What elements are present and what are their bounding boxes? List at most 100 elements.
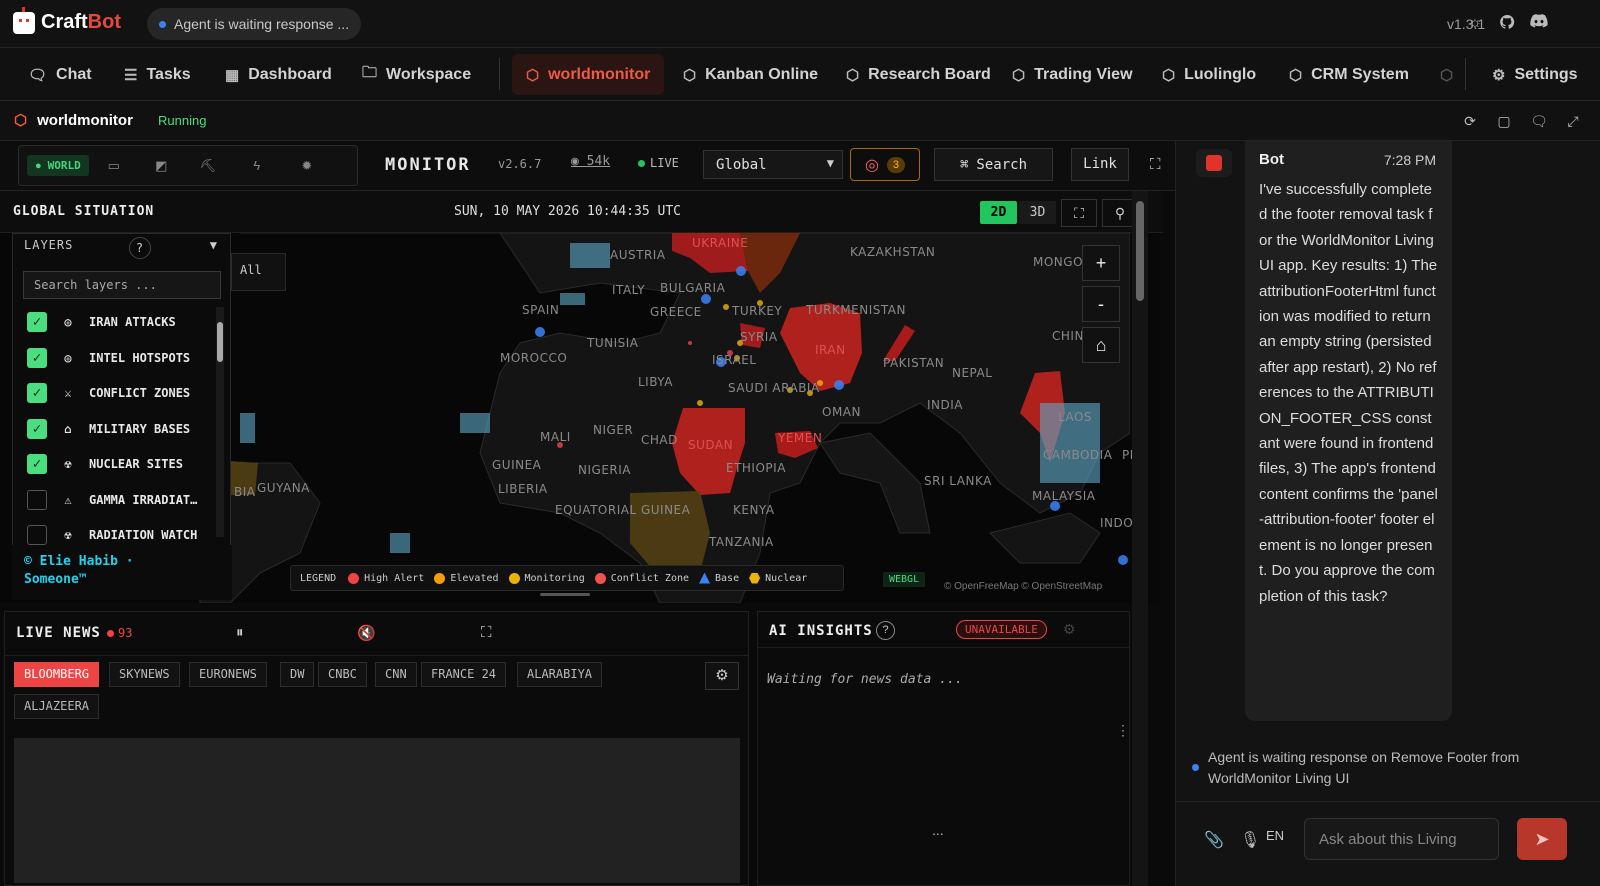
nav-research-board[interactable]: ⬡ Research Board [832, 54, 1005, 95]
map-label-pakistan: PAKISTAN [883, 356, 945, 370]
channel-tab[interactable]: CNBC [318, 662, 367, 687]
region-select[interactable]: Global [703, 150, 843, 179]
layer-checkbox[interactable]: ✓ [27, 347, 47, 368]
channel-tab[interactable]: FRANCE 24 [421, 662, 507, 687]
live-news-title: LIVE NEWS [16, 625, 101, 641]
map-fullscreen-icon[interactable]: ⛶ [1061, 199, 1097, 227]
paperclip-icon[interactable]: 📎 [1204, 830, 1224, 850]
layer-row[interactable]: ✓ ◎ IRAN ATTACKS [27, 307, 176, 337]
layer-row[interactable]: ⚠ GAMMA IRRADIAT… [27, 485, 197, 515]
variant-energy-bolt-icon[interactable]: ϟ [232, 158, 282, 173]
layer-row[interactable]: ✓ ◎ INTEL HOTSPOTS [27, 343, 190, 373]
discord-icon[interactable] [1530, 14, 1548, 32]
pause-icon[interactable]: ⏸ [236, 624, 244, 641]
zoom-out-button[interactable]: - [1082, 286, 1120, 322]
nav-workspace[interactable]: 🗀 Workspace [348, 54, 485, 95]
video-player[interactable] [14, 738, 740, 883]
channel-tab[interactable]: DW [280, 662, 315, 687]
link-button[interactable]: Link [1071, 148, 1129, 181]
variant-world[interactable]: ● WORLD [27, 155, 89, 176]
home-icon[interactable]: ⌂ [1082, 327, 1120, 363]
variant-pickaxe-icon[interactable]: ⛏ [184, 158, 232, 174]
github-stars-link[interactable]: ◉ 54k [571, 154, 610, 169]
github-icon[interactable] [1498, 14, 1516, 32]
channel-tab[interactable]: ALJAZEERA [14, 694, 100, 719]
theme-toggle-sun-icon[interactable]: ☼ [1466, 14, 1484, 32]
layer-checkbox[interactable]: ✓ [27, 383, 47, 403]
fullscreen-icon[interactable]: ⛶ [1150, 148, 1174, 181]
nav-settings[interactable]: ⚙ Settings [1478, 54, 1592, 95]
layer-checkbox[interactable]: ✓ [27, 454, 47, 474]
resize-handle[interactable] [540, 593, 590, 596]
window-icon[interactable]: ▢ [1494, 111, 1514, 131]
nav-crm-system[interactable]: ⬡ CRM System [1275, 54, 1423, 95]
nav-trading-view[interactable]: ⬡ Trading View [998, 54, 1147, 95]
layer-checkbox[interactable] [27, 489, 47, 510]
expand-icon[interactable]: ⤢ [1563, 111, 1583, 131]
world-map[interactable]: UKRAINE AUSTRIA BULGARIA ITALY SPAIN GRE… [0, 233, 1160, 603]
fullscreen-icon[interactable]: ⛶ [481, 624, 492, 641]
ai-help-icon[interactable]: ? [876, 621, 895, 640]
variant-sun-icon[interactable]: ✹ [282, 158, 332, 174]
layers-scrollbar[interactable] [216, 307, 224, 537]
layer-label: MILITARY BASES [89, 421, 191, 436]
layer-checkbox[interactable]: ✓ [27, 418, 47, 439]
layers-help-icon[interactable]: ? [129, 237, 151, 259]
all-layers-button[interactable]: All [231, 253, 286, 291]
mode-3d-button[interactable]: 3D [1019, 201, 1056, 224]
layer-checkbox[interactable] [27, 525, 47, 545]
layer-checkbox[interactable]: ✓ [27, 312, 47, 332]
microphone-icon[interactable]: 🎙 [1240, 830, 1260, 850]
nav-worldmonitor[interactable]: ⬡ worldmonitor [512, 54, 665, 95]
language-toggle[interactable]: EN [1266, 828, 1284, 843]
alerts-button[interactable]: ◎ 3 [850, 148, 920, 181]
nav-chat[interactable]: 🗨 Chat [14, 54, 106, 95]
craftbot-logo[interactable]: CraftBot [13, 6, 121, 34]
more-dots[interactable]: ... [932, 822, 944, 838]
nav-overflow[interactable]: ⬡ [1426, 54, 1467, 95]
map-attribution[interactable]: © Elie Habib · Someone™ [12, 545, 232, 600]
agent-status-pill[interactable]: Agent is waiting response ... [147, 8, 362, 40]
nav-tasks[interactable]: ☰ Tasks [110, 54, 205, 95]
kebab-menu-icon[interactable]: ⋮ [1116, 722, 1130, 739]
ai-insights-title: AI INSIGHTS [769, 623, 873, 639]
channel-tab[interactable]: CNN [375, 662, 417, 687]
layer-row[interactable]: ✓ ⚔ CONFLICT ZONES [27, 378, 190, 408]
zoom-in-button[interactable]: + [1082, 245, 1120, 281]
nav-luolinglo[interactable]: ⬡ Luolinglo [1148, 54, 1270, 95]
osm-credit[interactable]: © OpenFreeMap © OpenStreetMap [944, 581, 1102, 592]
chat-input[interactable]: Ask about this Living [1304, 818, 1499, 860]
channel-tab[interactable]: ALARABIYA [517, 662, 603, 687]
attribution-line-2: Someone™ [24, 572, 87, 587]
channel-tab[interactable]: SKYNEWS [109, 662, 180, 687]
send-button[interactable]: ➤ [1517, 818, 1567, 860]
worldmonitor-app: ● WORLD ▭ ◩ ⛏ ϟ ✹ MONITOR v2.6.7 ◉ 54k LI… [0, 141, 1175, 886]
layer-search-input[interactable]: Search layers ... [23, 271, 221, 299]
map-label-italy: ITALY [612, 283, 646, 297]
variant-finance-chart-icon[interactable]: ◩ [139, 158, 184, 174]
app-scrollbar[interactable] [1132, 191, 1148, 886]
layer-row[interactable]: ✓ ☢ NUCLEAR SITES [27, 449, 183, 479]
channel-tab[interactable]: BLOOMBERG [14, 662, 100, 687]
refresh-icon[interactable]: ⟳ [1460, 111, 1480, 131]
layer-label: CONFLICT ZONES [89, 386, 191, 400]
mode-2d-button[interactable]: 2D [980, 201, 1017, 224]
radiation-icon: ☢ [64, 457, 72, 471]
collapse-caret-icon[interactable]: ▼ [210, 238, 218, 252]
channel-tab[interactable]: EURONEWS [189, 662, 267, 687]
warning-icon: ⚠ [64, 492, 72, 507]
gear-icon: ⚙ [1492, 66, 1506, 84]
nav-kanban-online[interactable]: ⬡ Kanban Online [669, 54, 832, 95]
mute-icon[interactable]: 🔇 [357, 624, 376, 642]
variant-tech-laptop-icon[interactable]: ▭ [89, 158, 139, 174]
nav-dashboard[interactable]: ▦ Dashboard [211, 54, 346, 95]
search-button[interactable]: ⌘ Search [934, 148, 1053, 181]
legend-swatch-icon [434, 572, 446, 584]
layer-row[interactable]: ✓ ⌂ MILITARY BASES [27, 414, 190, 444]
channel-settings-gear-icon[interactable]: ⚙ [705, 662, 739, 690]
settings-gear-icon[interactable]: ⚙ [1063, 621, 1076, 638]
legend-swatch-icon [749, 572, 761, 584]
chat-scrollbar[interactable] [1594, 141, 1600, 751]
legend-item: Base [699, 572, 739, 584]
comment-icon[interactable]: 🗨 [1529, 111, 1549, 131]
